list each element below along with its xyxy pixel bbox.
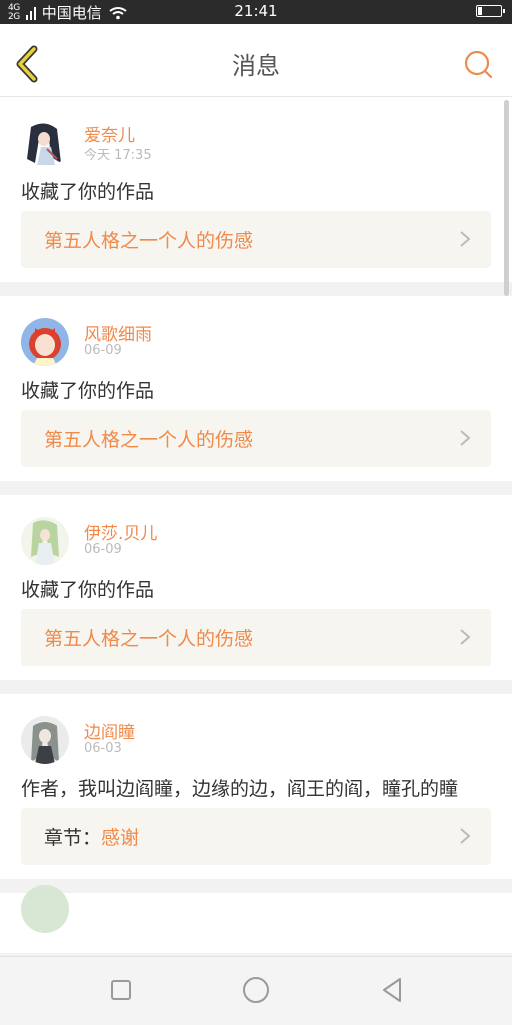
message-user-row: 爱奈儿 今天 17:35: [21, 97, 491, 171]
work-title: 第五人格之一个人的伤感: [44, 226, 253, 253]
recent-apps-icon[interactable]: [106, 975, 136, 1005]
avatar-anime-girl-dark-hair-icon[interactable]: [21, 119, 69, 167]
message-time: 06-09: [84, 542, 122, 557]
message-text: 作者，我叫边阎瞳，边缘的边，阎王的阎，瞳孔的瞳: [21, 778, 459, 800]
back-triangle-icon[interactable]: [378, 975, 408, 1005]
work-title-text: 第五人格之一个人的伤感: [44, 628, 254, 650]
message-card: [0, 885, 512, 953]
battery-icon: [476, 5, 505, 17]
work-title: 章节：感谢: [44, 823, 139, 850]
message-user-row: 边阎瞳 06-03: [21, 694, 491, 768]
avatar-anime-girl-grey-hair-icon[interactable]: [21, 716, 69, 764]
chevron-right-icon: [460, 828, 471, 844]
work-title-text: 第五人格之一个人的伤感: [44, 230, 254, 252]
message-user-row: 伊莎.贝儿 06-09: [21, 495, 491, 569]
avatar-partial-icon[interactable]: [21, 885, 69, 933]
status-time: 21:41: [234, 2, 278, 20]
message-card: 风歌细雨 06-09 收藏了你的作品 第五人格之一个人的伤感: [0, 296, 512, 481]
message-text: 收藏了你的作品: [21, 181, 155, 203]
system-navigation-bar: [0, 956, 512, 1025]
work-title-text: 第五人格之一个人的伤感: [44, 429, 254, 451]
app-header: 消息: [0, 24, 512, 97]
page-title: 消息: [232, 52, 280, 80]
work-title-text: 感谢: [101, 827, 140, 849]
work-title: 第五人格之一个人的伤感: [44, 425, 253, 452]
message-text: 收藏了你的作品: [21, 579, 155, 601]
message-card: 爱奈儿 今天 17:35 收藏了你的作品 第五人格之一个人的伤感: [0, 97, 512, 282]
work-link[interactable]: 第五人格之一个人的伤感: [21, 211, 491, 268]
scrollbar[interactable]: [504, 100, 509, 296]
work-link[interactable]: 第五人格之一个人的伤感: [21, 410, 491, 467]
home-icon[interactable]: [241, 975, 271, 1005]
message-text: 收藏了你的作品: [21, 380, 155, 402]
message-card: 边阎瞳 06-03 作者，我叫边阎瞳，边缘的边，阎王的阎，瞳孔的瞳 章节：感谢: [0, 694, 512, 879]
message-username[interactable]: 风歌细雨: [84, 320, 152, 345]
work-link[interactable]: 第五人格之一个人的伤感: [21, 609, 491, 666]
chapter-link[interactable]: 章节：感谢: [21, 808, 491, 865]
message-time: 06-09: [84, 343, 122, 358]
avatar-anime-girl-red-hair-icon[interactable]: [21, 318, 69, 366]
message-time: 06-03: [84, 741, 122, 756]
chevron-right-icon: [460, 231, 471, 247]
status-bar: 4G 2G 中国电信 21:41: [0, 0, 512, 24]
message-username[interactable]: 边阎瞳: [84, 718, 135, 743]
message-user-row: 风歌细雨 06-09: [21, 296, 491, 370]
avatar-anime-girl-green-hair-icon[interactable]: [21, 517, 69, 565]
search-icon[interactable]: [462, 48, 494, 80]
message-username[interactable]: 爱奈儿: [84, 121, 135, 146]
message-card: 伊莎.贝儿 06-09 收藏了你的作品 第五人格之一个人的伤感: [0, 495, 512, 680]
work-title: 第五人格之一个人的伤感: [44, 624, 253, 651]
message-list[interactable]: 爱奈儿 今天 17:35 收藏了你的作品 第五人格之一个人的伤感 风歌细雨 06…: [0, 97, 512, 955]
chevron-right-icon: [460, 430, 471, 446]
message-time: 今天 17:35: [84, 148, 152, 163]
work-prefix: 章节：: [44, 827, 102, 849]
message-username[interactable]: 伊莎.贝儿: [84, 519, 157, 544]
chevron-right-icon: [460, 629, 471, 645]
